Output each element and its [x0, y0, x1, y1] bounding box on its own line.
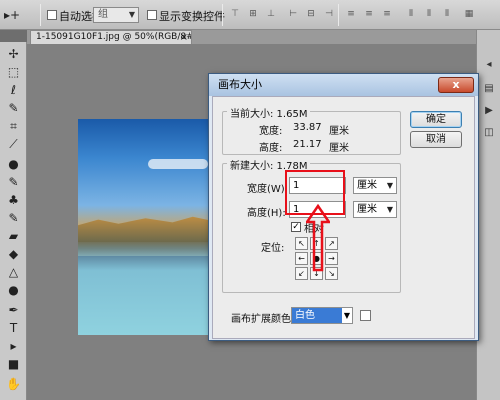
align-vcenter-icon[interactable]: ⊞	[246, 7, 260, 21]
crop-icon[interactable]: ⌗	[5, 118, 22, 135]
current-width-label: 宽度:	[259, 126, 283, 137]
close-icon[interactable]: ×	[180, 31, 188, 44]
auto-select-dropdown[interactable]: 组 ▼	[93, 7, 139, 23]
extension-color-label: 画布扩展颜色:	[231, 314, 295, 325]
clone-stamp-icon[interactable]: ♣	[5, 192, 22, 209]
current-height-label: 高度:	[259, 143, 283, 154]
document-tab-title: 1-15091G10F1.jpg @ 50%(RGB/8#) *	[36, 32, 192, 42]
new-width-label: 宽度(W):	[247, 184, 289, 195]
options-bar: ▸+ 自动选择: 组 ▼ 显示变换控件 ⊤ ⊞ ⊥ ⊢ ⊟ ⊣ ≡ ≡ ≡ ⫴ …	[0, 0, 500, 30]
distribute-left-icon[interactable]: ⫴	[404, 7, 418, 21]
options-separator	[338, 4, 339, 26]
chevron-down-icon: ▼	[128, 10, 135, 19]
anchor-label: 定位:	[261, 243, 285, 254]
extension-color-value: 白色	[295, 310, 315, 321]
align-left-icon[interactable]: ⊢	[286, 7, 300, 21]
ok-button[interactable]: 确定	[410, 111, 462, 128]
distribute-vcenter-icon[interactable]: ≡	[362, 7, 376, 21]
options-separator	[40, 4, 41, 26]
distribute-top-icon[interactable]: ≡	[344, 7, 358, 21]
healing-brush-icon[interactable]: ●	[5, 156, 22, 173]
new-height-unit: 厘米	[357, 204, 377, 215]
chevron-down-icon: ▼	[386, 181, 393, 190]
image-reflection	[78, 242, 213, 256]
eyedropper-icon[interactable]: ⟋	[5, 136, 22, 153]
current-height-value: 21.17	[293, 139, 322, 150]
current-height-unit: 厘米	[329, 143, 349, 154]
blur-icon[interactable]: △	[5, 264, 22, 281]
distribute-right-icon[interactable]: ⫴	[440, 7, 454, 21]
shape-icon[interactable]: ■	[5, 356, 22, 373]
paint-bucket-icon[interactable]: ◆	[5, 246, 22, 263]
path-select-icon[interactable]: ▸	[5, 338, 22, 355]
move-icon[interactable]: ✢	[5, 46, 22, 63]
options-separator	[222, 4, 223, 26]
move-tool-icon[interactable]: ▸+	[4, 6, 34, 24]
auto-align-icon[interactable]: ▦	[462, 7, 476, 21]
align-top-icon[interactable]: ⊤	[228, 7, 242, 21]
layers-panel-icon[interactable]: ◫	[482, 126, 496, 140]
dialog-close-button[interactable]: x	[438, 77, 474, 93]
history-brush-icon[interactable]: ✎	[5, 210, 22, 227]
extension-color-select[interactable]: 白色 ▼	[291, 307, 353, 324]
distribute-bottom-icon[interactable]: ≡	[380, 7, 394, 21]
align-hcenter-icon[interactable]: ⊟	[304, 7, 318, 21]
annotation-up-arrow-icon	[306, 204, 330, 272]
new-width-unit-select[interactable]: 厘米 ▼	[353, 177, 397, 194]
chevron-down-icon: ▼	[386, 205, 393, 214]
new-width-unit: 厘米	[357, 180, 377, 191]
extension-color-swatch[interactable]	[360, 310, 371, 321]
auto-select-checkbox[interactable]	[47, 10, 57, 20]
panel-strip: ◂ ▤ ▶ ◫	[476, 30, 500, 400]
lasso-icon[interactable]: ℓ	[5, 82, 22, 99]
dodge-icon[interactable]: ●	[5, 282, 22, 299]
distribute-hcenter-icon[interactable]: ⫴	[422, 7, 436, 21]
dialog-body: 当前大小: 1.65M 宽度: 33.87 厘米 高度: 21.17 厘米 确定…	[212, 96, 475, 339]
quick-select-icon[interactable]: ✎	[5, 100, 22, 117]
history-panel-icon[interactable]: ▤	[482, 82, 496, 96]
show-transform-label: 显示变换控件	[159, 10, 225, 23]
new-height-label: 高度(H):	[247, 208, 286, 219]
actions-panel-icon[interactable]: ▶	[482, 104, 496, 118]
new-height-unit-select[interactable]: 厘米 ▼	[353, 201, 397, 218]
eraser-icon[interactable]: ▰	[5, 228, 22, 245]
current-width-value: 33.87	[293, 122, 322, 133]
show-transform-checkbox[interactable]	[147, 10, 157, 20]
chevron-down-icon: ▼	[341, 308, 352, 323]
current-size-label: 当前大小: 1.65M	[227, 105, 311, 120]
align-right-icon[interactable]: ⊣	[322, 7, 336, 21]
relative-checkbox[interactable]: ✓	[291, 222, 301, 232]
document-image	[78, 119, 213, 335]
panel-collapse-icon[interactable]: ◂	[482, 58, 496, 72]
pen-icon[interactable]: ✒	[5, 302, 22, 319]
cancel-button[interactable]: 取消	[410, 131, 462, 148]
align-bottom-icon[interactable]: ⊥	[264, 7, 278, 21]
document-tab[interactable]: 1-15091G10F1.jpg @ 50%(RGB/8#) * ×	[30, 30, 192, 44]
toolbox: ✢ ⬚ ℓ ✎ ⌗ ⟋ ● ✎ ♣ ✎ ▰ ◆ △ ● ✒ T ▸ ■ ✋	[0, 42, 27, 400]
brush-icon[interactable]: ✎	[5, 174, 22, 191]
hand-icon[interactable]: ✋	[5, 376, 22, 393]
image-cloud	[148, 159, 208, 169]
dialog-title: 画布大小	[218, 78, 262, 91]
type-icon[interactable]: T	[5, 320, 22, 337]
marquee-icon[interactable]: ⬚	[5, 64, 22, 81]
current-width-unit: 厘米	[329, 126, 349, 137]
auto-select-value: 组	[98, 9, 108, 20]
image-mountains	[78, 216, 213, 242]
